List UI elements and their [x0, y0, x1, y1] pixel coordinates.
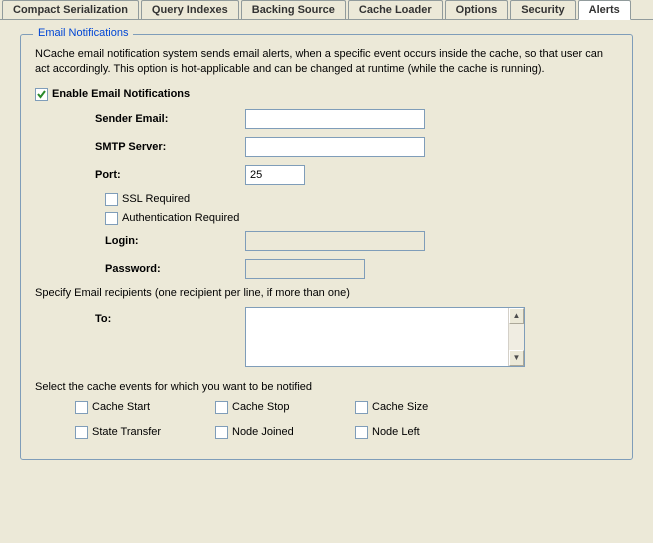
- tab-options[interactable]: Options: [445, 0, 509, 19]
- event-cache-start-label[interactable]: Cache Start: [92, 401, 150, 413]
- enable-notifications-label[interactable]: Enable Email Notifications: [52, 88, 190, 100]
- password-label: Password:: [105, 263, 235, 275]
- event-node-left-checkbox[interactable]: [355, 426, 368, 439]
- scroll-track[interactable]: [509, 324, 524, 350]
- event-node-joined-checkbox[interactable]: [215, 426, 228, 439]
- to-label: To:: [95, 307, 235, 367]
- tab-bar: Compact Serialization Query Indexes Back…: [0, 0, 653, 20]
- enable-notifications-checkbox[interactable]: [35, 88, 48, 101]
- event-cache-stop-checkbox[interactable]: [215, 401, 228, 414]
- ssl-required-label[interactable]: SSL Required: [122, 193, 190, 205]
- password-input: [245, 259, 365, 279]
- email-notifications-group: Email Notifications NCache email notific…: [20, 34, 633, 460]
- tab-backing-source[interactable]: Backing Source: [241, 0, 346, 19]
- recipients-textarea-wrap: ▲ ▼: [245, 307, 525, 367]
- recipients-textarea[interactable]: [246, 308, 508, 366]
- auth-required-checkbox[interactable]: [105, 212, 118, 225]
- smtp-server-input[interactable]: [245, 137, 425, 157]
- ssl-required-checkbox[interactable]: [105, 193, 118, 206]
- sender-email-input[interactable]: [245, 109, 425, 129]
- tab-alerts[interactable]: Alerts: [578, 0, 631, 20]
- auth-required-label[interactable]: Authentication Required: [122, 212, 239, 224]
- events-grid: Cache Start Cache Stop Cache Size State …: [75, 401, 618, 445]
- group-title: Email Notifications: [33, 27, 133, 39]
- events-caption: Select the cache events for which you wa…: [35, 381, 618, 393]
- scroll-down-icon[interactable]: ▼: [509, 350, 524, 366]
- recipients-caption: Specify Email recipients (one recipient …: [35, 287, 618, 299]
- recipients-scrollbar[interactable]: ▲ ▼: [508, 308, 524, 366]
- event-state-transfer-checkbox[interactable]: [75, 426, 88, 439]
- tab-query-indexes[interactable]: Query Indexes: [141, 0, 239, 19]
- alerts-panel: Email Notifications NCache email notific…: [0, 20, 653, 474]
- tab-security[interactable]: Security: [510, 0, 575, 19]
- event-state-transfer-label[interactable]: State Transfer: [92, 426, 161, 438]
- event-cache-start-checkbox[interactable]: [75, 401, 88, 414]
- event-cache-size-label[interactable]: Cache Size: [372, 401, 428, 413]
- port-label: Port:: [95, 169, 235, 181]
- event-node-left-label[interactable]: Node Left: [372, 426, 420, 438]
- event-cache-stop-label[interactable]: Cache Stop: [232, 401, 289, 413]
- smtp-server-label: SMTP Server:: [95, 141, 235, 153]
- login-input: [245, 231, 425, 251]
- port-input[interactable]: [245, 165, 305, 185]
- sender-email-label: Sender Email:: [95, 113, 235, 125]
- tab-cache-loader[interactable]: Cache Loader: [348, 0, 443, 19]
- tab-compact-serialization[interactable]: Compact Serialization: [2, 0, 139, 19]
- login-label: Login:: [105, 235, 235, 247]
- event-cache-size-checkbox[interactable]: [355, 401, 368, 414]
- group-description: NCache email notification system sends e…: [35, 47, 618, 78]
- scroll-up-icon[interactable]: ▲: [509, 308, 524, 324]
- event-node-joined-label[interactable]: Node Joined: [232, 426, 294, 438]
